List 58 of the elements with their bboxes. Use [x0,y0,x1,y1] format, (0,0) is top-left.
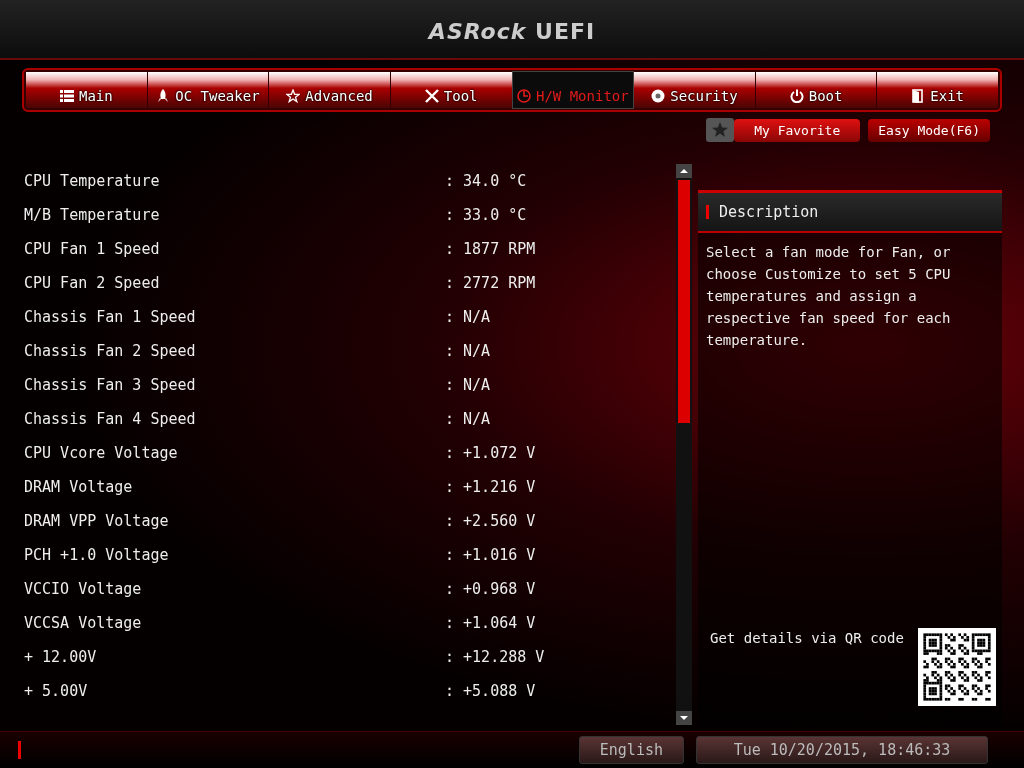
reading-value: : 33.0 °C [445,206,527,226]
menu-tab[interactable]: Advanced [269,72,390,108]
reading-value: : 34.0 °C [445,172,527,192]
menu-tab[interactable]: Exit [877,72,998,108]
reading-value: : +0.968 V [445,580,536,600]
star-icon [286,89,301,103]
reading-label: Chassis Fan 2 Speed [24,342,197,362]
scroll-up-icon[interactable] [676,164,692,178]
reading-value: : +1.064 V [445,614,536,634]
menu-tab[interactable]: Security [634,72,755,108]
reading-value: : +1.016 V [445,546,536,566]
reading-value: : +5.088 V [445,682,536,702]
menu-tab[interactable]: Boot [755,72,877,108]
reading-value: : N/A [445,410,491,430]
power-icon [789,89,804,103]
reading-label: Chassis Fan 4 Speed [24,410,197,430]
badge-icon [651,89,666,103]
reading-label: VCCSA Voltage [24,614,143,634]
scroll-thumb[interactable] [678,180,690,424]
reading-label: Chassis Fan 1 Speed [24,308,197,328]
reading-value: : +12.288 V [445,648,545,668]
reading-value: : 1877 RPM [445,240,536,260]
reading-label: DRAM Voltage [24,478,134,498]
reading-label: + 5.00V [24,682,89,702]
language-button[interactable]: English [578,736,684,764]
reading-label: + 12.00V [24,648,98,668]
date-time: Tue 10/20/2015, 18:46:33 [696,736,988,764]
reading-label: CPU Fan 2 Speed [24,274,161,294]
reading-value: : +1.216 V [445,478,536,498]
menu-tab[interactable]: Tool [390,72,512,108]
reading-label: PCH +1.0 Voltage [24,546,170,566]
description-text: Select a fan mode for Fan, or choose Customize to set 5 CPU temperatures and assign a respective fan speed for each temperature. [706,243,952,350]
easy-mode-button[interactable]: Easy Mode(F6) [868,118,990,142]
description-title: Description [719,203,819,221]
reading-value: : 2772 RPM [445,274,536,294]
reading-label: Chassis Fan 3 Speed [24,376,197,396]
reading-value: : N/A [445,342,491,362]
scroll-down-icon[interactable] [676,711,692,725]
reading-value: : N/A [445,376,491,396]
exit-door-icon [911,89,926,103]
reading-label: DRAM VPP Voltage [24,512,170,532]
reading-value: : +2.560 V [445,512,536,532]
menu-tab[interactable]: H/W Monitor [512,72,634,108]
reading-label: VCCIO Voltage [24,580,143,600]
reading-value: : +1.072 V [445,444,536,464]
reading-label: CPU Vcore Voltage [24,444,179,464]
reading-label: CPU Fan 1 Speed [24,240,161,260]
list-icon [59,89,74,103]
scrollbar[interactable] [676,164,692,725]
menu-tab[interactable]: Main [26,72,147,108]
my-favorite-button[interactable]: My Favorite [734,118,861,142]
reading-label: CPU Temperature [24,172,161,192]
menu-tab[interactable]: OC Tweaker [147,72,269,108]
accent-marker [706,205,709,219]
reading-value: : N/A [445,308,491,328]
reading-label: M/B Temperature [24,206,161,226]
logo: ASRock UEFI [428,17,596,44]
qr-caption: Get details via QR code [710,629,904,646]
